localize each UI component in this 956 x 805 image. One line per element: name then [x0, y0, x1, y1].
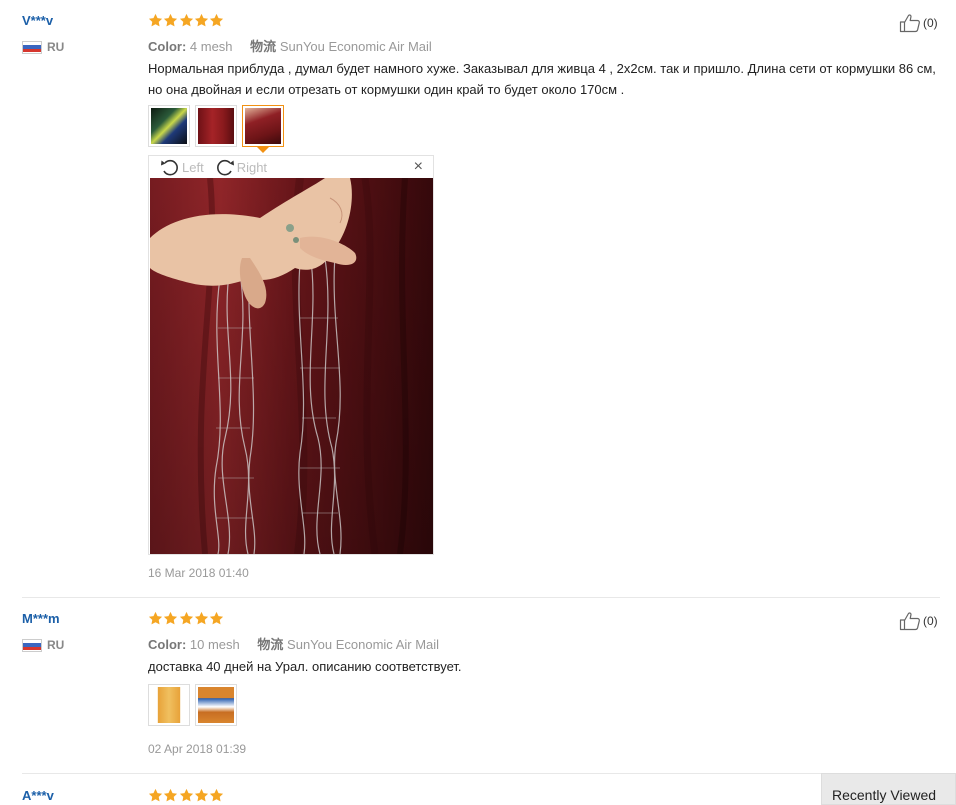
star-icon — [163, 788, 178, 803]
review-photo-thumbnail-active[interactable] — [242, 105, 284, 147]
rating-stars — [148, 13, 224, 28]
shipping-label: 物流 — [257, 637, 284, 652]
star-icon — [194, 788, 209, 803]
recently-viewed-tab[interactable]: Recently Viewed — [821, 773, 956, 805]
review-text: доставка 40 дней на Урал. описанию соотв… — [148, 659, 462, 674]
rotate-left-button[interactable]: Left — [159, 157, 204, 177]
helpful-count: (0) — [923, 16, 938, 30]
review-photo-image — [150, 178, 433, 554]
rating-stars — [148, 611, 224, 626]
review-date: 02 Apr 2018 01:39 — [148, 742, 247, 756]
star-icon — [148, 611, 163, 626]
star-icon — [179, 611, 194, 626]
shipping-label: 物流 — [250, 39, 277, 54]
thumbs-up-icon — [899, 13, 921, 33]
review-photo-large — [150, 178, 433, 554]
review-date: 16 Mar 2018 01:40 — [148, 566, 249, 580]
shipping-value: SunYou Economic Air Mail — [287, 637, 440, 652]
star-icon — [163, 13, 178, 28]
star-icon — [209, 788, 224, 803]
color-label: Color: — [148, 39, 187, 54]
review-photo-thumbnail[interactable] — [148, 684, 190, 726]
thumbs-up-icon — [899, 611, 921, 631]
review-meta: Color: 4 mesh 物流 SunYou Economic Air Mai… — [148, 36, 432, 55]
rating-stars — [148, 788, 224, 803]
review-photo-thumbnail[interactable] — [195, 684, 237, 726]
star-icon — [194, 13, 209, 28]
review-meta: Color: 10 mesh 物流 SunYou Economic Air Ma… — [148, 634, 439, 653]
star-icon — [179, 788, 194, 803]
review-thumbnails — [148, 684, 242, 726]
star-icon — [179, 13, 194, 28]
rotate-right-button[interactable]: Right — [214, 157, 267, 177]
star-icon — [163, 611, 178, 626]
rotate-right-icon — [216, 159, 234, 176]
color-value: 4 mesh — [189, 39, 233, 54]
photo-viewer: Left Right × — [148, 155, 434, 555]
shipping-value: SunYou Economic Air Mail — [279, 39, 432, 54]
flag-ru-icon — [22, 40, 42, 54]
review-divider — [22, 597, 940, 598]
star-icon — [209, 611, 224, 626]
reviewer-name[interactable]: V***v — [22, 13, 53, 28]
star-icon — [148, 13, 163, 28]
reviewer-country: RU — [22, 638, 64, 652]
review-thumbnails — [148, 105, 289, 147]
reviewer-country: RU — [22, 40, 64, 54]
viewer-toolbar: Left Right × — [149, 156, 433, 178]
country-code: RU — [47, 40, 65, 54]
review-divider — [22, 773, 940, 774]
helpful-button[interactable]: (0) — [899, 611, 938, 631]
rotate-right-label: Right — [236, 159, 268, 175]
helpful-count: (0) — [923, 614, 938, 628]
active-thumbnail-caret — [257, 147, 269, 153]
helpful-button[interactable]: (0) — [899, 13, 938, 33]
country-code: RU — [47, 638, 65, 652]
review-photo-thumbnail[interactable] — [148, 105, 190, 147]
star-icon — [148, 788, 163, 803]
star-icon — [194, 611, 209, 626]
rotate-left-icon — [161, 159, 178, 176]
reviewer-name[interactable]: A***v — [22, 788, 54, 803]
reviewer-name[interactable]: M***m — [22, 611, 60, 626]
color-label: Color: — [148, 637, 187, 652]
star-icon — [209, 13, 224, 28]
color-value: 10 mesh — [189, 637, 240, 652]
review-photo-thumbnail[interactable] — [195, 105, 237, 147]
flag-ru-icon — [22, 638, 42, 652]
rotate-left-label: Left — [182, 159, 204, 175]
review-text: Нормальная приблуда , думал будет намног… — [148, 61, 936, 97]
close-icon[interactable]: × — [414, 158, 423, 176]
